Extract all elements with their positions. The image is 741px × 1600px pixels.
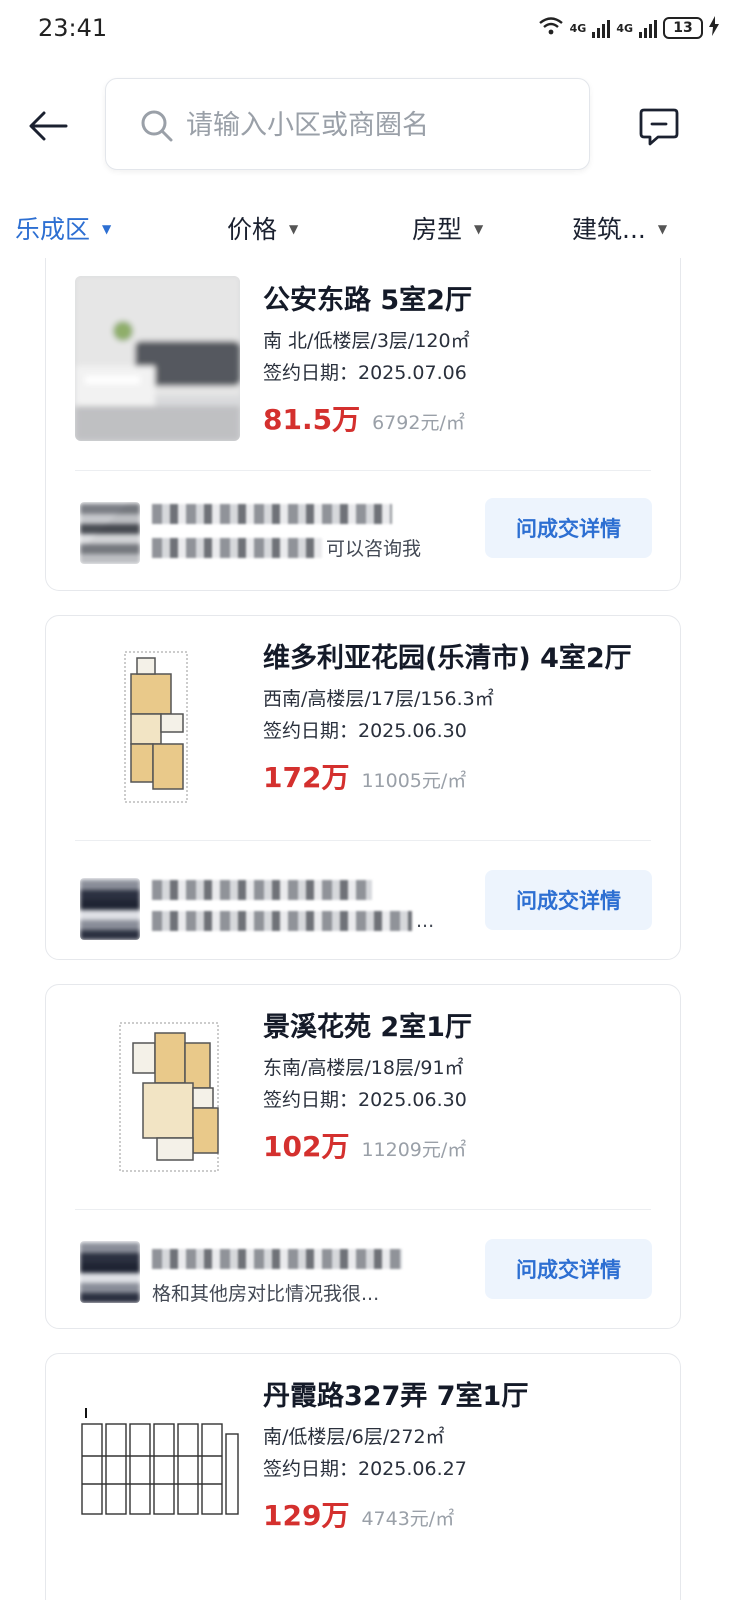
total-price: 81.5万 <box>263 403 361 436</box>
filter-district[interactable]: 乐成区 ▼ <box>15 210 111 246</box>
signal-icon <box>639 18 657 38</box>
listing-meta: 南 北/低楼层/3层/120㎡ <box>263 330 470 352</box>
sign-date: 签约日期：2025.06.30 <box>263 1089 467 1111</box>
price-row: 129万 4743元/㎡ <box>263 1494 454 1534</box>
filter-label: 房型 <box>412 215 463 244</box>
chevron-down-icon: ▼ <box>474 222 484 236</box>
divider <box>75 1209 651 1210</box>
charging-icon <box>709 16 719 40</box>
status-bar: 23:41 4G 4G 13 <box>0 0 741 60</box>
avatar[interactable] <box>80 502 140 564</box>
filter-layout[interactable]: 房型 ▼ <box>412 210 483 246</box>
ask-deal-details-button[interactable]: 问成交详情 <box>485 870 652 930</box>
filter-bar: 乐成区 ▼ 价格 ▼ 房型 ▼ 建筑... ▼ <box>0 200 741 256</box>
wifi-icon <box>538 16 564 40</box>
floorplan-image <box>75 644 240 809</box>
price-row: 102万 11209元/㎡ <box>263 1125 466 1165</box>
unit-price: 6792元/㎡ <box>372 412 465 434</box>
chat-icon <box>639 108 679 146</box>
total-price: 102万 <box>263 1130 350 1163</box>
listing-photo <box>75 276 240 441</box>
chevron-down-icon: ▼ <box>289 222 299 236</box>
chevron-down-icon: ▼ <box>657 222 668 236</box>
listing-title: 维多利亚花园(乐清市) 4室2厅 <box>263 643 632 674</box>
listing-meta: 东南/高楼层/18层/91㎡ <box>263 1057 464 1079</box>
listing-card[interactable]: 维多利亚花园(乐清市) 4室2厅 西南/高楼层/17层/156.3㎡ 签约日期：… <box>45 615 681 960</box>
filter-price[interactable]: 价格 ▼ <box>227 210 298 246</box>
chevron-down-icon: ▼ <box>102 222 112 236</box>
agent-name-blurred <box>152 504 402 528</box>
battery-icon: 13 <box>663 17 703 39</box>
avatar[interactable] <box>80 878 140 940</box>
search-icon <box>141 110 173 142</box>
network-label-2: 4G <box>616 21 633 35</box>
agent-quote: 格和其他房对比情况我很... <box>152 1283 380 1305</box>
total-price: 172万 <box>263 761 350 794</box>
search-input[interactable] <box>186 103 566 147</box>
listing-meta: 西南/高楼层/17层/156.3㎡ <box>263 688 494 710</box>
back-button[interactable] <box>26 104 70 148</box>
status-icons: 4G 4G 13 <box>538 16 719 40</box>
listing-card[interactable]: 丹霞路327弄 7室1厅 南/低楼层/6层/272㎡ 签约日期：2025.06.… <box>45 1353 681 1600</box>
price-row: 172万 11005元/㎡ <box>263 756 466 796</box>
listing-title: 景溪花苑 2室1厅 <box>263 1012 472 1043</box>
ask-deal-details-button[interactable]: 问成交详情 <box>485 1239 652 1299</box>
agent-name-blurred <box>152 880 402 904</box>
listing-card[interactable]: 景溪花苑 2室1厅 东南/高楼层/18层/91㎡ 签约日期：2025.06.30… <box>45 984 681 1329</box>
floorplan-image <box>75 1013 240 1178</box>
arrow-left-icon <box>29 111 68 141</box>
network-label-1: 4G <box>569 21 587 35</box>
price-row: 81.5万 6792元/㎡ <box>263 398 465 438</box>
sign-date: 签约日期：2025.07.06 <box>263 362 467 384</box>
unit-price: 4743元/㎡ <box>361 1508 455 1530</box>
sign-date: 签约日期：2025.06.30 <box>263 720 467 742</box>
ask-deal-details-button[interactable]: 问成交详情 <box>485 498 652 558</box>
signal-icon <box>592 18 611 38</box>
divider <box>75 840 651 841</box>
total-price: 129万 <box>263 1499 350 1532</box>
filter-building[interactable]: 建筑... ▼ <box>572 210 667 246</box>
unit-price: 11005元/㎡ <box>361 770 467 792</box>
agent-quote: ... <box>152 910 434 932</box>
listing-title: 公安东路 5室2厅 <box>263 285 472 316</box>
agent-quote: 可以咨询我 <box>152 534 421 561</box>
avatar[interactable] <box>80 1241 140 1303</box>
filter-label: 乐成区 <box>15 215 91 244</box>
divider <box>75 470 651 471</box>
listing-title: 丹霞路327弄 7室1厅 <box>263 1381 529 1412</box>
filter-label: 价格 <box>227 215 278 244</box>
filter-label: 建筑... <box>572 215 646 244</box>
listing-card[interactable]: 公安东路 5室2厅 南 北/低楼层/3层/120㎡ 签约日期：2025.07.0… <box>45 258 681 591</box>
floorplan-image <box>78 1394 243 1559</box>
status-time: 23:41 <box>38 14 108 42</box>
agent-name-blurred <box>152 1249 402 1273</box>
message-button[interactable] <box>638 106 680 148</box>
search-box[interactable] <box>105 78 590 170</box>
sign-date: 签约日期：2025.06.27 <box>263 1458 467 1480</box>
listing-meta: 南/低楼层/6层/272㎡ <box>263 1426 445 1448</box>
unit-price: 11209元/㎡ <box>361 1139 467 1161</box>
